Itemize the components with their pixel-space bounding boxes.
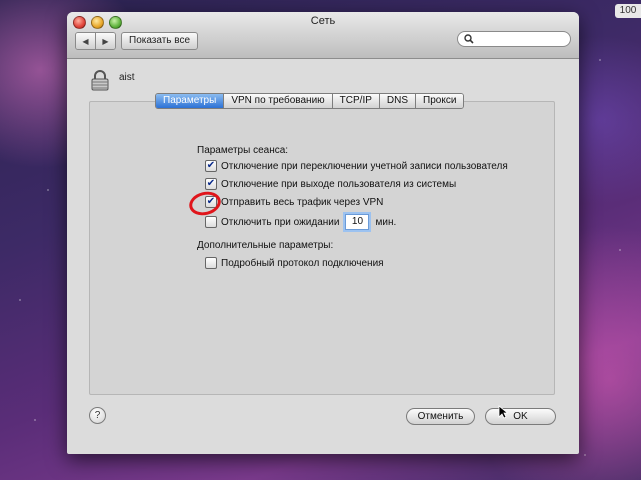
option-label: Отключение при переключении учетной запи… (221, 160, 508, 172)
forward-button[interactable]: ▶ (95, 33, 115, 49)
corner-badge: 100 (615, 4, 641, 18)
advanced-heading: Дополнительные параметры: (197, 240, 334, 251)
option-disconnect-when-idle[interactable]: Отключить при ожидании 10 мин. (205, 214, 396, 230)
option-label: Подробный протокол подключения (221, 257, 384, 269)
checkbox-disconnect-on-logout[interactable]: ✔ (205, 178, 217, 190)
cancel-button[interactable]: Отменить (406, 408, 475, 425)
username-label: aist (119, 72, 135, 83)
forward-arrow-icon: ▶ (102, 36, 109, 46)
nav-segment: ◀ ▶ (75, 32, 116, 50)
option-verbose-logging[interactable]: Подробный протокол подключения (205, 257, 384, 269)
titlebar: Сеть ◀ ▶ Показать все (67, 12, 579, 59)
session-heading: Параметры сеанса: (197, 145, 289, 156)
tab-vpn-on-demand[interactable]: VPN по требованию (223, 94, 332, 108)
content-area: aist Параметры VPN по требованию TCP/IP … (67, 59, 579, 454)
option-send-all-traffic[interactable]: ✔ Отправить весь трафик через VPN (205, 196, 383, 208)
checkbox-disconnect-on-user-switch[interactable]: ✔ (205, 160, 217, 172)
option-label: Отключить при ожидании (221, 216, 340, 228)
option-disconnect-on-user-switch[interactable]: ✔ Отключение при переключении учетной за… (205, 160, 508, 172)
back-arrow-icon: ◀ (82, 36, 89, 46)
checkbox-disconnect-when-idle[interactable] (205, 216, 217, 228)
back-button[interactable]: ◀ (76, 33, 95, 49)
option-label: Отключение при выходе пользователя из си… (221, 178, 457, 190)
ok-button[interactable]: OK (485, 408, 556, 425)
show-all-button[interactable]: Показать все (121, 32, 199, 50)
window-title: Сеть (310, 15, 336, 27)
tab-tcp-ip[interactable]: TCP/IP (331, 94, 379, 108)
checkbox-verbose-logging[interactable] (205, 257, 217, 269)
tab-parameters[interactable]: Параметры (156, 94, 224, 108)
vpn-lock-icon (91, 70, 109, 91)
option-label: Отправить весь трафик через VPN (221, 196, 384, 208)
tab-dns[interactable]: DNS (378, 94, 416, 108)
help-button[interactable]: ? (89, 407, 106, 424)
option-disconnect-on-logout[interactable]: ✔ Отключение при выходе пользователя из … (205, 178, 456, 190)
search-icon (464, 34, 474, 44)
idle-minutes-suffix: мин. (375, 216, 397, 228)
network-preferences-window: Сеть ◀ ▶ Показать все aist Параметры VPN… (67, 12, 579, 454)
mouse-pointer-icon (498, 405, 508, 419)
search-field[interactable] (457, 31, 571, 47)
idle-minutes-field[interactable]: 10 (345, 214, 370, 230)
tab-bar: Параметры VPN по требованию TCP/IP DNS П… (155, 93, 465, 109)
tab-proxies[interactable]: Прокси (415, 94, 464, 108)
